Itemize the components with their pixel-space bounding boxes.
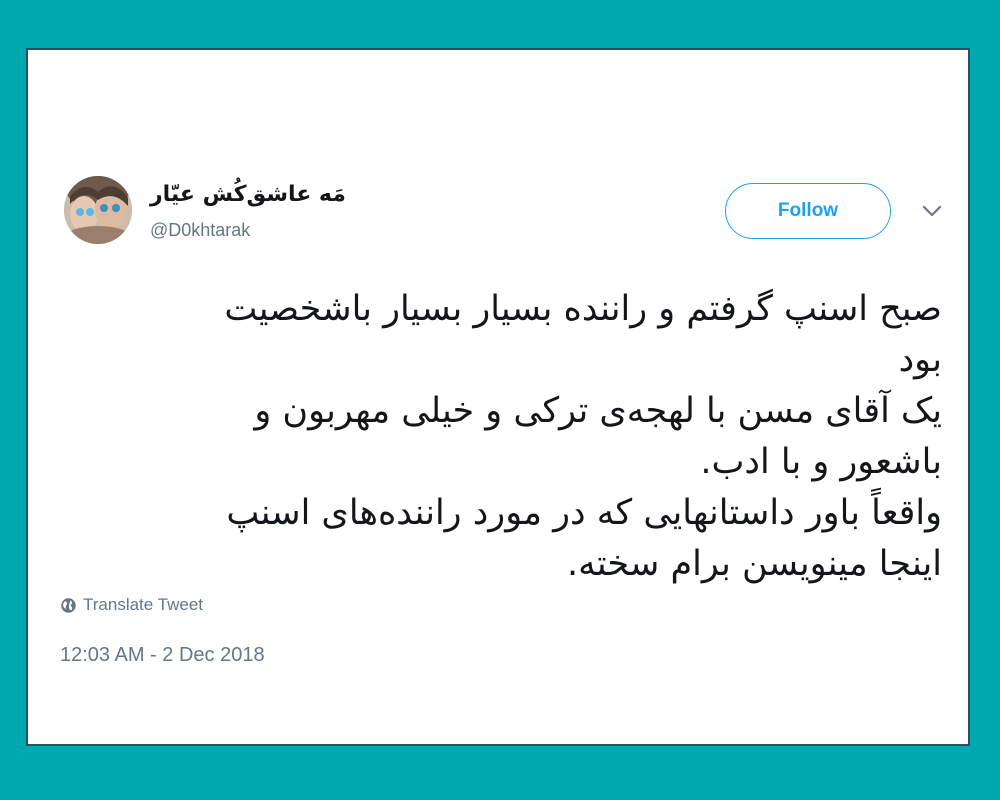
tweet-text-line: اینجا مینویسن برام سخته. <box>566 544 942 584</box>
translate-tweet-link[interactable]: Translate Tweet <box>60 595 203 615</box>
display-name[interactable]: مَه عاشق‌کُش عیّار <box>150 182 346 207</box>
tweet-text-line: صبح اسنپ گرفتم و راننده بسیار بسیار باشخ… <box>224 289 942 329</box>
translate-label[interactable]: Translate Tweet <box>83 595 203 615</box>
avatar[interactable] <box>64 176 132 244</box>
globe-icon <box>60 597 77 614</box>
tweet-text: صبح اسنپ گرفتم و راننده بسیار بسیار باشخ… <box>64 284 942 590</box>
tweet-text-line: باشعور و با ادب. <box>700 442 942 482</box>
chevron-down-icon[interactable] <box>921 202 943 220</box>
user-handle[interactable]: @D0khtarak <box>150 220 250 241</box>
tweet-timestamp[interactable]: 12:03 AM - 2 Dec 2018 <box>60 644 265 667</box>
follow-button[interactable]: Follow <box>725 183 891 239</box>
tweet-text-line: بود <box>898 340 942 380</box>
tweet-card: مَه عاشق‌کُش عیّار @D0khtarak Follow صبح… <box>26 48 970 746</box>
tweet-text-line: واقعاً باور داستانهایی که در مورد راننده… <box>226 493 942 533</box>
tweet-text-line: یک آقای مسن با لهجه‌ی ترکی و خیلی مهربون… <box>254 391 942 431</box>
